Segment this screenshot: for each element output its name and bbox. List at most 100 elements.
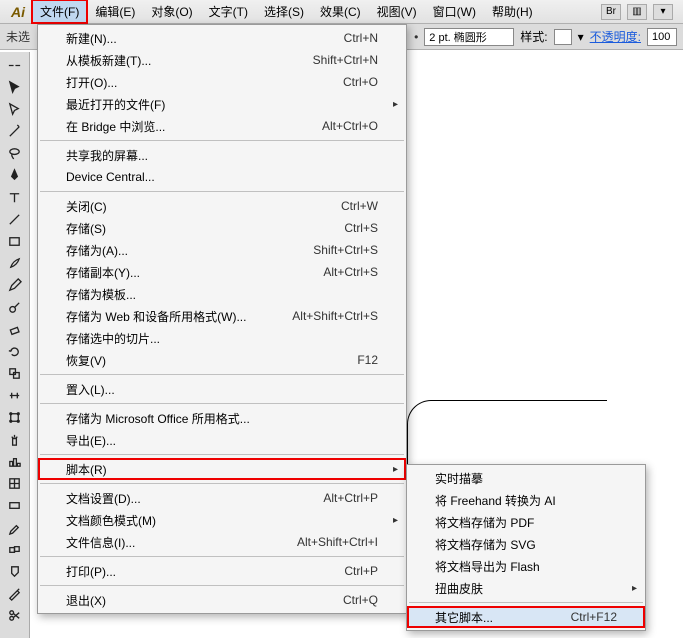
file-menu-item-11[interactable]: 存储为(A)...Shift+Ctrl+S [38,239,406,261]
menu-item-shortcut: Alt+Ctrl+P [323,491,378,505]
file-menu-item-12[interactable]: 存储副本(Y)...Alt+Ctrl+S [38,261,406,283]
menu-item-label: 存储为 Web 和设备所用格式(W)... [66,308,246,325]
script-submenu-item-0[interactable]: 实时描摹 [407,467,645,489]
menu-item-label: 共享我的屏幕... [66,147,148,164]
file-menu-item-20[interactable]: 存储为 Microsoft Office 所用格式... [38,407,406,429]
file-menu-item-1[interactable]: 从模板新建(T)...Shift+Ctrl+N [38,49,406,71]
file-menu-item-7[interactable]: Device Central... [38,166,406,188]
menu-separator [40,140,404,141]
menu-item-label: 存储为 Microsoft Office 所用格式... [66,410,250,427]
menu-item-label: 从模板新建(T)... [66,52,151,69]
gradient-tool[interactable] [3,494,27,516]
menu-edit[interactable]: 编辑(E) [87,0,143,23]
file-menu-item-27[interactable]: 文件信息(I)...Alt+Shift+Ctrl+I [38,531,406,553]
column-graph-tool[interactable] [3,450,27,472]
menu-item-label: 新建(N)... [66,30,117,47]
menu-separator [40,403,404,404]
file-menu-item-21[interactable]: 导出(E)... [38,429,406,451]
lasso-tool[interactable] [3,142,27,164]
scale-tool[interactable] [3,362,27,384]
file-menu-item-15[interactable]: 存储选中的切片... [38,327,406,349]
script-submenu-item-7[interactable]: 其它脚本... Ctrl+F12 [407,606,645,628]
menu-item-label: 存储(S) [66,220,106,237]
menu-separator [40,374,404,375]
file-menu-item-18[interactable]: 置入(L)... [38,378,406,400]
menu-type[interactable]: 文字(T) [201,0,256,23]
menu-help[interactable]: 帮助(H) [484,0,541,23]
toolbox-collapse-icon[interactable] [3,54,27,76]
workspace-dropdown[interactable]: ▾ [653,4,673,20]
menu-item-label: 脚本(R) [66,461,107,478]
menu-select[interactable]: 选择(S) [256,0,312,23]
width-tool[interactable] [3,384,27,406]
file-menu-item-31[interactable]: 退出(X)Ctrl+Q [38,589,406,611]
menu-separator [40,191,404,192]
menu-separator [40,454,404,455]
opacity-field[interactable]: 100 [647,28,677,46]
file-menu-item-16[interactable]: 恢复(V)F12 [38,349,406,371]
submenu-item-shortcut: Ctrl+F12 [571,610,617,624]
opacity-label[interactable]: 不透明度: [590,28,641,45]
free-transform-tool[interactable] [3,406,27,428]
type-tool[interactable] [3,186,27,208]
rectangle-tool[interactable] [3,230,27,252]
magic-wand-tool[interactable] [3,120,27,142]
submenu-item-label: 其它脚本... [435,609,493,626]
script-submenu-item-3[interactable]: 将文档存储为 SVG [407,533,645,555]
selection-tool[interactable] [3,76,27,98]
scissors-tool[interactable] [3,604,27,626]
bridge-button[interactable]: Br [601,4,621,20]
pen-tool[interactable] [3,164,27,186]
submenu-separator [409,602,643,603]
blend-tool[interactable] [3,538,27,560]
file-menu-item-14[interactable]: 存储为 Web 和设备所用格式(W)...Alt+Shift+Ctrl+S [38,305,406,327]
menu-item-label: 在 Bridge 中浏览... [66,118,165,135]
menu-item-shortcut: Ctrl+N [344,31,378,45]
symbol-sprayer-tool[interactable] [3,428,27,450]
file-menu-item-3[interactable]: 最近打开的文件(F) [38,93,406,115]
file-menu-item-6[interactable]: 共享我的屏幕... [38,144,406,166]
live-paint-tool[interactable] [3,560,27,582]
file-menu-item-23[interactable]: 脚本(R) [38,458,406,480]
eyedropper-tool[interactable] [3,516,27,538]
slice-tool[interactable] [3,582,27,604]
paintbrush-tool[interactable] [3,252,27,274]
arrange-button[interactable]: ▥ [627,4,647,20]
menu-view[interactable]: 视图(V) [369,0,425,23]
script-submenu-item-5[interactable]: 扭曲皮肤 [407,577,645,599]
rotate-tool[interactable] [3,340,27,362]
menu-item-shortcut: Ctrl+P [344,564,378,578]
menu-item-shortcut: Alt+Ctrl+S [323,265,378,279]
file-menu-item-25[interactable]: 文档设置(D)...Alt+Ctrl+P [38,487,406,509]
menu-window[interactable]: 窗口(W) [425,0,484,23]
file-menu-item-26[interactable]: 文档颜色模式(M) [38,509,406,531]
style-swatch[interactable] [554,29,572,45]
file-menu-item-29[interactable]: 打印(P)...Ctrl+P [38,560,406,582]
file-menu-item-10[interactable]: 存储(S)Ctrl+S [38,217,406,239]
file-menu-item-9[interactable]: 关闭(C) Ctrl+W [38,195,406,217]
menu-item-label: 文档颜色模式(M) [66,512,156,529]
file-menu-item-0[interactable]: 新建(N)... Ctrl+N [38,27,406,49]
menu-separator [40,483,404,484]
file-menu-item-4[interactable]: 在 Bridge 中浏览...Alt+Ctrl+O [38,115,406,137]
line-tool[interactable] [3,208,27,230]
menu-effect[interactable]: 效果(C) [312,0,369,23]
eraser-tool[interactable] [3,318,27,340]
mesh-tool[interactable] [3,472,27,494]
script-submenu-item-2[interactable]: 将文档存储为 PDF [407,511,645,533]
menu-item-shortcut: Ctrl+Q [343,593,378,607]
menu-file[interactable]: 文件(F) [32,0,87,23]
menubar-right: Br ▥ ▾ [601,0,683,23]
menu-item-shortcut: Ctrl+W [341,199,378,213]
script-submenu-item-4[interactable]: 将文档导出为 Flash [407,555,645,577]
direct-selection-tool[interactable] [3,98,27,120]
script-submenu-item-1[interactable]: 将 Freehand 转换为 AI [407,489,645,511]
pencil-tool[interactable] [3,274,27,296]
blob-brush-tool[interactable] [3,296,27,318]
menu-object[interactable]: 对象(O) [143,0,200,23]
file-menu-item-2[interactable]: 打开(O)...Ctrl+O [38,71,406,93]
stroke-profile[interactable]: 2 pt. 椭圆形 [424,28,514,46]
menubar: Ai 文件(F) 编辑(E) 对象(O) 文字(T) 选择(S) 效果(C) 视… [0,0,683,24]
file-menu-item-13[interactable]: 存储为模板... [38,283,406,305]
menu-item-label: 关闭(C) [66,198,107,215]
